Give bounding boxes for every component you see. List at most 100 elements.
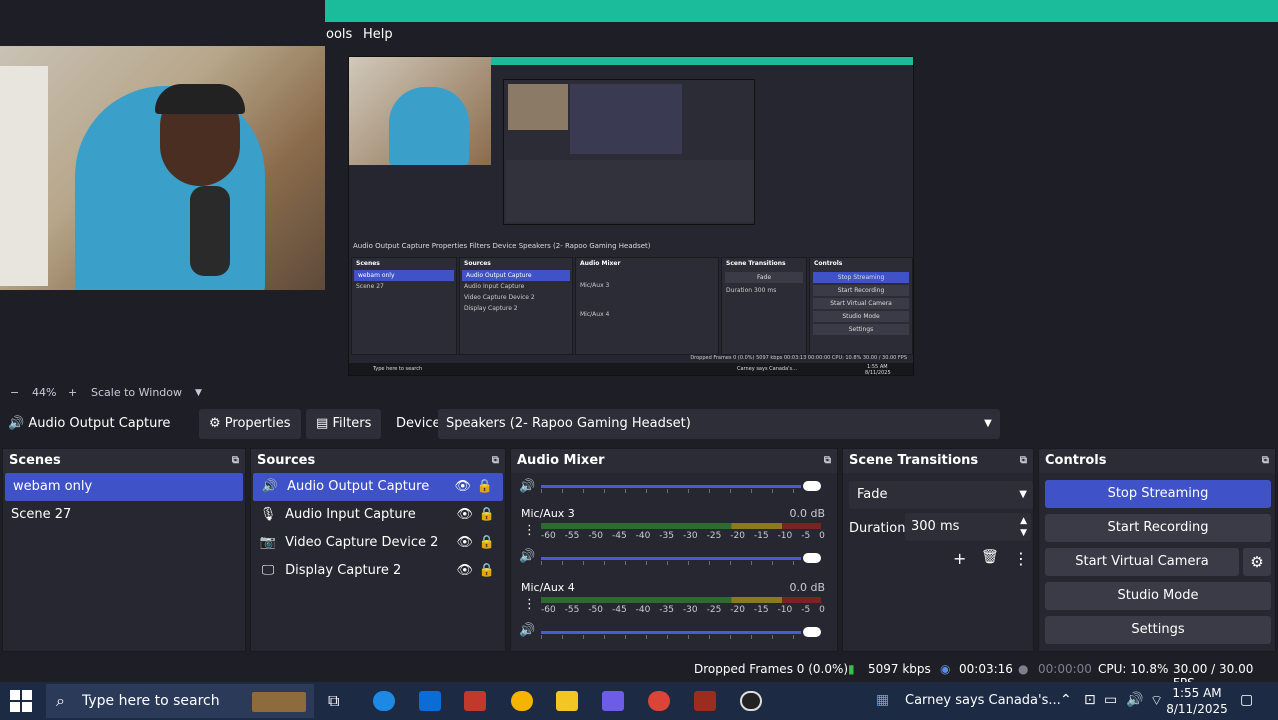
slider-tick	[709, 561, 710, 565]
program-preview[interactable]: Audio Output Capture Properties Filters …	[0, 46, 1278, 382]
context-source: 🔊 Audio Output Capture	[8, 416, 170, 431]
slider-tick	[751, 635, 752, 639]
speaker-icon[interactable]: 🔊	[519, 623, 535, 638]
wifi-icon[interactable]: ⌔	[1150, 692, 1163, 710]
stream-time: 00:03:16	[959, 662, 1013, 676]
lock-icon[interactable]: 🔒	[479, 501, 495, 529]
start-recording-button[interactable]: Start Recording	[1045, 514, 1271, 542]
more-icon[interactable]: ⋮	[1013, 549, 1029, 568]
source-item[interactable]: 🖵 Display Capture 2 👁 🔒	[251, 557, 505, 585]
zoom-in-button[interactable]: +	[68, 386, 77, 399]
clock[interactable]: 1:55 AM 8/11/2025	[1166, 685, 1228, 717]
media-app-icon[interactable]	[694, 691, 716, 711]
scene-item[interactable]: Scene 27	[3, 501, 245, 529]
eye-icon[interactable]: 👁	[456, 501, 473, 529]
volume-icon[interactable]: 🔊	[1126, 692, 1143, 708]
trash-icon[interactable]: 🗑	[981, 549, 999, 565]
lock-icon[interactable]: 🔒	[479, 529, 495, 557]
volume-slider[interactable]	[541, 625, 821, 641]
virtual-camera-settings-button[interactable]: ⚙	[1243, 548, 1271, 576]
slider-tick	[793, 489, 794, 493]
menu-help[interactable]: Help	[363, 27, 393, 42]
slider-tick	[562, 635, 563, 639]
lock-icon[interactable]: 🔒	[479, 557, 495, 585]
record-time: 00:00:00	[1038, 662, 1092, 676]
slider-tick	[541, 561, 542, 565]
source-item[interactable]: 🔊 Audio Output Capture 👁 🔒	[253, 473, 503, 501]
search-icon: ⌕	[56, 691, 65, 710]
spinner-icon[interactable]: ▲ ▼	[1020, 515, 1027, 539]
source-item[interactable]: 🎙 Audio Input Capture 👁 🔒	[251, 501, 505, 529]
obs-icon[interactable]	[740, 691, 762, 711]
undock-icon[interactable]: ⧉	[492, 449, 499, 473]
controls-dock: Controls ⧉ Stop Streaming Start Recordin…	[1038, 448, 1276, 652]
bitrate: 5097 kbps	[868, 662, 931, 676]
cpu-usage: CPU: 10.8%	[1098, 662, 1169, 676]
eye-icon[interactable]: 👁	[456, 557, 473, 585]
add-transition-button[interactable]: +	[953, 549, 966, 568]
gear-icon: ⚙	[209, 416, 221, 431]
properties-button[interactable]: ⚙ Properties	[199, 409, 301, 439]
studio-mode-button[interactable]: Studio Mode	[1045, 582, 1271, 610]
eye-icon[interactable]: 👁	[456, 529, 473, 557]
undock-icon[interactable]: ⧉	[1262, 449, 1269, 473]
task-view-icon[interactable]: ⧉	[328, 691, 339, 711]
taskbar-search[interactable]: ⌕ Type here to search	[46, 684, 314, 718]
scene-item[interactable]: webam only	[5, 473, 243, 501]
slider-tick	[751, 561, 752, 565]
slider-tick	[730, 561, 731, 565]
slider-tick	[772, 635, 773, 639]
volume-slider[interactable]	[541, 551, 821, 567]
transition-select[interactable]: Fade ▼	[849, 481, 1033, 509]
scale-mode[interactable]: Scale to Window	[91, 386, 182, 399]
game-app-icon[interactable]	[464, 691, 486, 711]
slider-tick	[541, 489, 542, 493]
zoom-out-button[interactable]: −	[10, 386, 19, 399]
scale-dropdown-icon[interactable]: ▼	[195, 388, 202, 398]
eye-icon[interactable]: 👁	[454, 473, 471, 501]
slider-tick	[562, 489, 563, 493]
lock-icon[interactable]: 🔒	[477, 473, 493, 501]
nested-mixer-dock: Audio Mixer Mic/Aux 3 Mic/Aux 4	[575, 257, 719, 355]
undock-icon[interactable]: ⧉	[824, 449, 831, 473]
battery-icon[interactable]: ▭	[1104, 692, 1117, 708]
device-select[interactable]: Speakers (2- Rapoo Gaming Headset) ▼	[438, 409, 1000, 439]
slider-tick	[646, 489, 647, 493]
menu-tools[interactable]: ools	[326, 27, 352, 42]
mixer-channel: Mic/Aux 4 0.0 dB ⋮ -60 -55 -50 -45 -40 -35 -30…	[511, 577, 837, 651]
edge-icon[interactable]	[373, 691, 395, 711]
microphone-icon: 🎙	[259, 507, 277, 522]
news-icon: ▦	[876, 692, 890, 708]
scenes-dock: Scenes ⧉ webam only Scene 27	[2, 448, 246, 652]
chrome-profile-icon[interactable]	[648, 691, 670, 711]
speaker-icon[interactable]: 🔊	[519, 479, 535, 494]
duration-input[interactable]: 300 ms ▲ ▼	[905, 513, 1031, 541]
store-icon[interactable]	[419, 691, 441, 711]
copilot-icon[interactable]	[602, 691, 624, 711]
windows-start-icon[interactable]	[10, 690, 32, 712]
slider-tick	[604, 561, 605, 565]
more-icon[interactable]: ⋮	[523, 523, 536, 538]
more-icon[interactable]: ⋮	[523, 597, 536, 612]
slider-tick	[541, 635, 542, 639]
file-explorer-icon[interactable]	[556, 691, 578, 711]
filter-icon: ▤	[316, 416, 329, 431]
settings-button[interactable]: Settings	[1045, 616, 1271, 644]
filters-button[interactable]: ▤ Filters	[306, 409, 382, 439]
slider-tick	[688, 489, 689, 493]
chevron-up-icon[interactable]: ⌃	[1060, 692, 1072, 708]
chrome-icon[interactable]	[511, 691, 533, 711]
record-icon: ●	[1018, 662, 1029, 676]
meet-icon[interactable]: ⊡	[1084, 692, 1096, 708]
speaker-icon[interactable]: 🔊	[519, 549, 535, 564]
undock-icon[interactable]: ⧉	[232, 449, 239, 473]
notification-icon[interactable]: ▢	[1240, 692, 1253, 708]
volume-slider[interactable]	[541, 479, 821, 495]
news-widget[interactable]: Carney says Canada's...	[905, 693, 1061, 708]
speaker-icon: 🔊	[261, 479, 279, 494]
source-item[interactable]: 📷 Video Capture Device 2 👁 🔒	[251, 529, 505, 557]
undock-icon[interactable]: ⧉	[1020, 449, 1027, 473]
stop-streaming-button[interactable]: Stop Streaming	[1045, 480, 1271, 508]
nested-source-bar: Audio Output Capture Properties Filters …	[349, 237, 913, 255]
start-virtual-camera-button[interactable]: Start Virtual Camera	[1045, 548, 1239, 576]
